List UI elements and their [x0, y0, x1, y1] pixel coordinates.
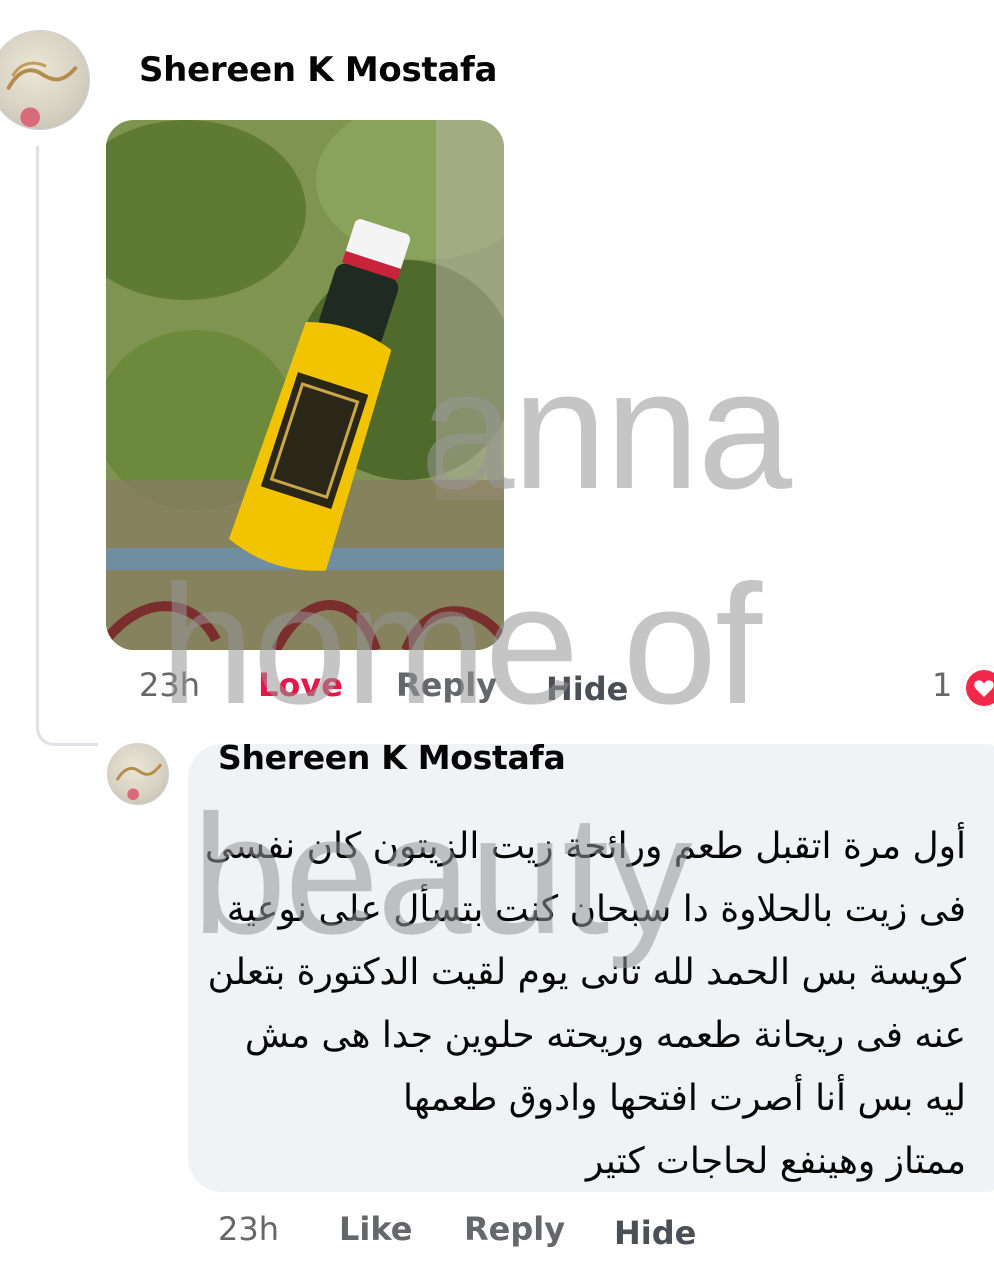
reply-button[interactable]: Reply	[396, 666, 497, 704]
avatar[interactable]	[0, 30, 90, 130]
comment-text-line: ليه بس أنا أصرت افتحها وادوق طعمها	[402, 1078, 966, 1119]
reaction-count[interactable]: 1	[932, 666, 952, 704]
comment-actions: 23h Love Reply Hide 1	[0, 666, 994, 716]
comment-text-line: ممتاز وهينفع لحاجات كتير	[585, 1141, 966, 1182]
comment-text-line: فى زيت بالحلاوة دا سبحان كنت بتسأل على ن…	[226, 889, 966, 930]
comment-text-line: عنه فى ريحانة طعمه وريحته حلوين جدا هى م…	[244, 1015, 966, 1056]
thread-connector-line	[36, 146, 98, 746]
comment-text-line: كويسة بس الحمد لله تانى يوم لقيت الدكتور…	[207, 952, 966, 993]
hide-button[interactable]: Hide	[614, 1214, 696, 1252]
love-button[interactable]: Love	[258, 666, 343, 704]
comment-author-name[interactable]: Shereen K Mostafa	[139, 50, 497, 90]
comment-actions: 23h Like Reply Hide	[0, 1210, 994, 1260]
comment-text-line: أول مرة اتقبل طعم ورائحة زيت الزيتون كان…	[204, 826, 966, 867]
comment-photo-olive-oil-bottle[interactable]	[106, 120, 504, 650]
comment-author-name[interactable]: Shereen K Mostafa	[218, 738, 566, 777]
comment-timestamp[interactable]: 23h	[139, 666, 200, 704]
like-button[interactable]: Like	[339, 1210, 412, 1248]
hide-button[interactable]: Hide	[546, 670, 628, 708]
avatar[interactable]	[107, 743, 169, 805]
love-heart-icon[interactable]	[962, 666, 994, 710]
comment-text: أول مرة اتقبل طعم ورائحة زيت الزيتون كان…	[204, 815, 966, 1193]
reply-button[interactable]: Reply	[464, 1210, 565, 1248]
comment-timestamp[interactable]: 23h	[218, 1210, 279, 1248]
